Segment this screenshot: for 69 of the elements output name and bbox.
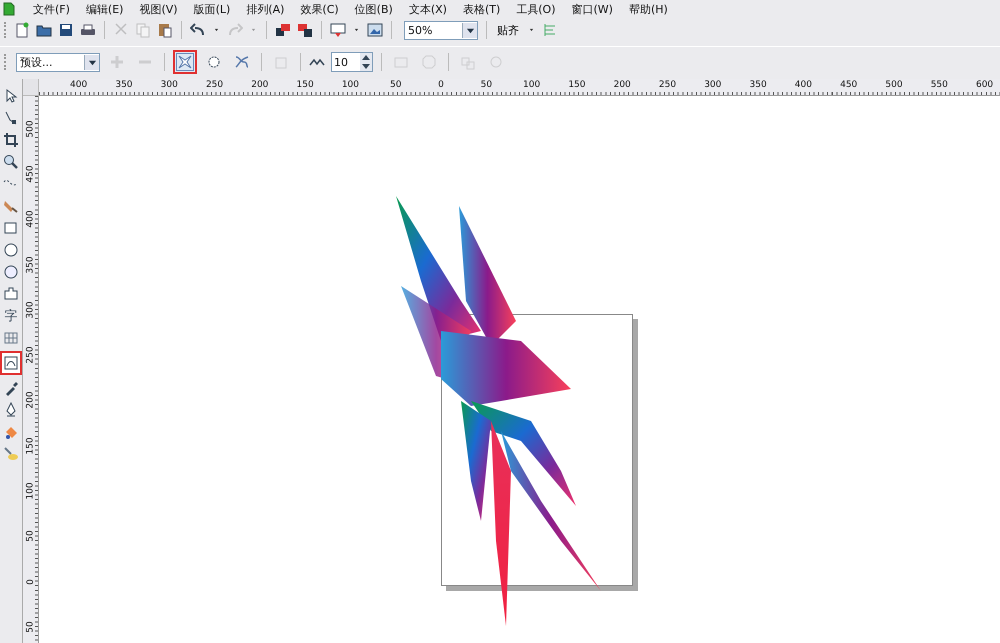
ruler-label: 400: [69, 79, 88, 92]
ruler-label: 100: [340, 79, 360, 92]
ruler-label: 250: [26, 346, 36, 364]
ruler-label: 150: [296, 79, 315, 92]
ruler-label: 150: [26, 437, 36, 454]
menu-item[interactable]: 排列(A): [238, 2, 292, 16]
ruler-label: 200: [612, 79, 632, 92]
ruler-label: 100: [26, 482, 36, 500]
spin-arrows-icon: [360, 53, 372, 71]
import-icon[interactable]: [275, 22, 291, 38]
menu-item[interactable]: 版面(L): [186, 2, 238, 16]
ruler-label: 250: [204, 79, 224, 92]
blend-tool-icon[interactable]: [0, 351, 22, 375]
menu-item[interactable]: 工具(O): [508, 2, 564, 16]
ruler-label: 400: [794, 79, 813, 92]
monitor-icon[interactable]: [330, 22, 346, 38]
ruler-label: 200: [250, 79, 270, 92]
app-logo-icon: [3, 2, 15, 16]
zoom-dropdown[interactable]: 50%: [404, 20, 478, 40]
fill-dropper-icon[interactable]: [2, 445, 20, 463]
steps-spinbox[interactable]: 10: [331, 52, 373, 72]
ruler-label: 300: [26, 301, 36, 318]
ruler-label: 350: [26, 256, 36, 274]
caret-icon: [88, 58, 96, 66]
menu-item[interactable]: 位图(B): [346, 2, 401, 16]
printer-icon[interactable]: [80, 22, 96, 38]
text-tool[interactable]: 字: [2, 307, 20, 325]
ruler-label: 50: [26, 530, 36, 542]
ruler-label: 500: [26, 120, 36, 138]
undo-arrow-icon[interactable]: [190, 22, 206, 38]
ruler-label: 450: [839, 79, 858, 92]
ruler-label: 50: [26, 621, 36, 633]
ruler-label: 100: [522, 79, 542, 92]
ruler-label: 350: [114, 79, 134, 92]
menu-item[interactable]: 效果(C): [292, 2, 347, 16]
magnifier-icon[interactable]: [2, 153, 20, 171]
ruler-label: 250: [658, 79, 678, 92]
ruler-label: 400: [26, 210, 36, 228]
menu-item[interactable]: 文件(F): [25, 2, 78, 16]
ruler-label: 0: [26, 578, 36, 584]
ruler-label: 50: [389, 79, 402, 92]
export-icon[interactable]: [297, 22, 313, 38]
ruler-label: 450: [26, 165, 36, 183]
menu-item[interactable]: 文本(X): [400, 2, 455, 16]
menu-item[interactable]: 编辑(E): [78, 2, 132, 16]
picture-frame-icon[interactable]: [367, 22, 383, 38]
ruler-label: 550: [930, 79, 949, 92]
menu-item[interactable]: 帮助(H): [620, 2, 676, 16]
ruler-label: 500: [884, 79, 904, 92]
ruler-label: 200: [26, 392, 36, 410]
star-burst-icon[interactable]: [173, 50, 197, 74]
clipboard-icon[interactable]: [157, 22, 173, 38]
ruler-label: 150: [567, 79, 586, 92]
caret-icon: [466, 26, 474, 34]
polygon-icon[interactable]: [2, 263, 20, 281]
crop-icon[interactable]: [2, 131, 20, 149]
ruler-label: 350: [748, 79, 768, 92]
ruler-label: 300: [160, 79, 179, 92]
menu-item[interactable]: 表格(T): [454, 2, 508, 16]
ruler-label: 300: [703, 79, 722, 92]
ellipse-icon[interactable]: [2, 241, 20, 259]
preset-dropdown[interactable]: 预设...: [16, 52, 100, 72]
menu-item[interactable]: 视图(V): [131, 2, 186, 16]
snap-dropdown[interactable]: 贴齐: [495, 22, 521, 38]
new-document-icon[interactable]: [14, 22, 30, 38]
ruler-label: 50: [480, 79, 494, 92]
ruler-label: 600: [974, 79, 994, 92]
menu-item[interactable]: 窗口(W): [564, 2, 621, 16]
ruler-label: 0: [437, 79, 445, 92]
